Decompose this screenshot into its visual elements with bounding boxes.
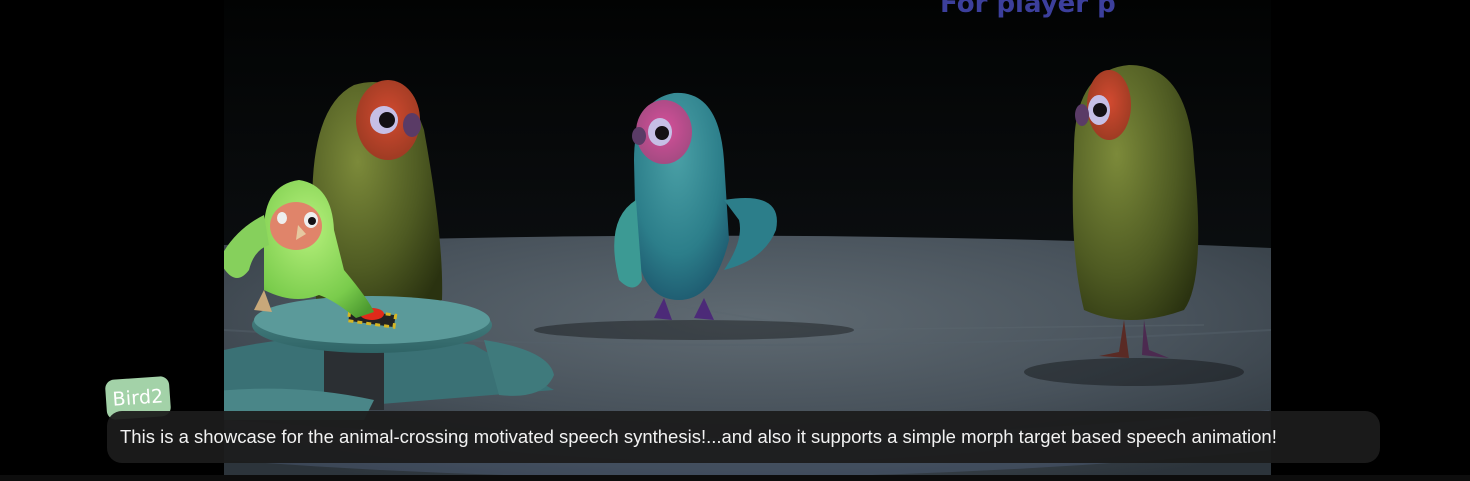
dialogue-box[interactable]: This is a showcase for the animal-crossi… xyxy=(107,411,1380,463)
wall-banner-text: For player p xyxy=(940,0,1116,19)
3d-scene: For player p xyxy=(224,0,1271,475)
dialogue-text: This is a showcase for the animal-crossi… xyxy=(120,426,1277,447)
speaker-name: Bird2 xyxy=(111,385,165,411)
bottom-bar xyxy=(0,475,1470,481)
scene-render: For player p xyxy=(224,0,1271,475)
game-viewport: For player p xyxy=(0,0,1470,475)
